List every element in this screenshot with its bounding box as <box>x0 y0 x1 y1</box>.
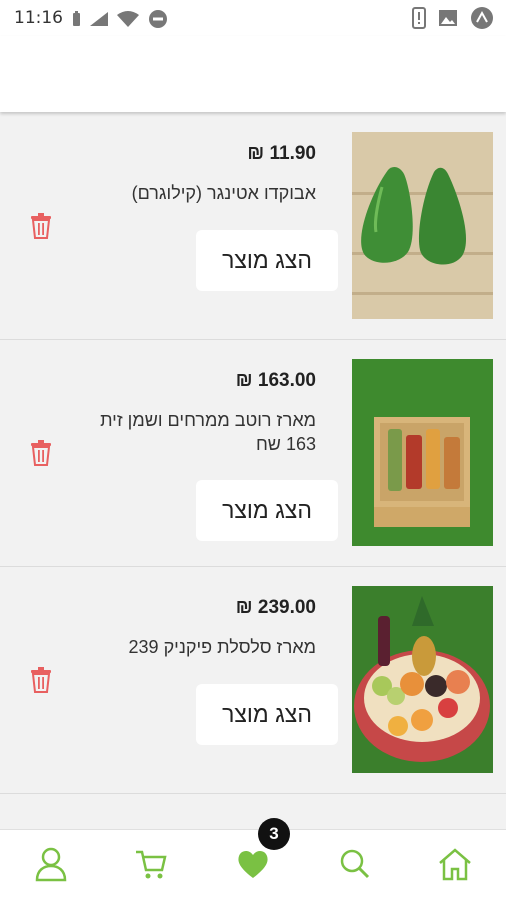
item-price: 239.00 ₪ <box>235 597 316 618</box>
status-icons-right <box>412 6 494 30</box>
status-time: 11:16 <box>14 8 63 28</box>
image-icon <box>439 10 457 26</box>
item-price: 163.00 ₪ <box>235 370 316 391</box>
cart-item: 239.00 ₪ מארז סלסלת פיקניק 239 הצג מוצר <box>0 567 506 794</box>
item-name: אבוקדו אטינגר (קילוגרם) <box>131 183 316 203</box>
item-name: מארז סלסלת פיקניק 239 <box>128 637 316 657</box>
trash-icon[interactable] <box>30 213 52 239</box>
avocado-image[interactable] <box>352 132 493 319</box>
show-product-button[interactable]: הצג מוצר <box>196 684 338 745</box>
alert-icon <box>412 7 426 29</box>
app-header <box>0 36 506 112</box>
search-icon[interactable] <box>337 846 371 882</box>
trash-icon[interactable] <box>30 440 52 466</box>
spreads-box-image[interactable] <box>352 359 493 546</box>
show-product-button[interactable]: הצג מוצר <box>196 230 338 291</box>
bottom-nav: 3 <box>0 818 506 900</box>
heart-icon[interactable] <box>236 846 270 882</box>
signal-icon <box>90 12 108 26</box>
cart-list: 11.90 ₪ אבוקדו אטינגר (קילוגרם) הצג מוצר… <box>0 113 506 794</box>
show-product-button[interactable]: הצג מוצר <box>196 480 338 541</box>
item-name: מארז רוטב ממרחים ושמן זית 163 שח <box>100 410 316 454</box>
wifi-icon <box>117 11 139 27</box>
status-bar: 11:16 <box>0 0 506 36</box>
user-icon[interactable] <box>34 846 68 882</box>
trash-icon[interactable] <box>30 667 52 693</box>
item-price: 11.90 ₪ <box>247 143 316 164</box>
dnd-icon <box>149 10 167 28</box>
picnic-basket-image[interactable] <box>352 586 493 773</box>
cart-item: 163.00 ₪ מארז רוטב ממרחים ושמן זית 163 ש… <box>0 340 506 567</box>
cart-item: 11.90 ₪ אבוקדו אטינגר (קילוגרם) הצג מוצר <box>0 113 506 340</box>
favorites-badge: 3 <box>258 818 290 850</box>
app-icon <box>471 7 493 29</box>
battery-icon <box>73 11 80 26</box>
home-icon[interactable] <box>438 846 472 882</box>
status-icons-left <box>72 9 168 29</box>
cart-icon[interactable] <box>134 846 168 882</box>
